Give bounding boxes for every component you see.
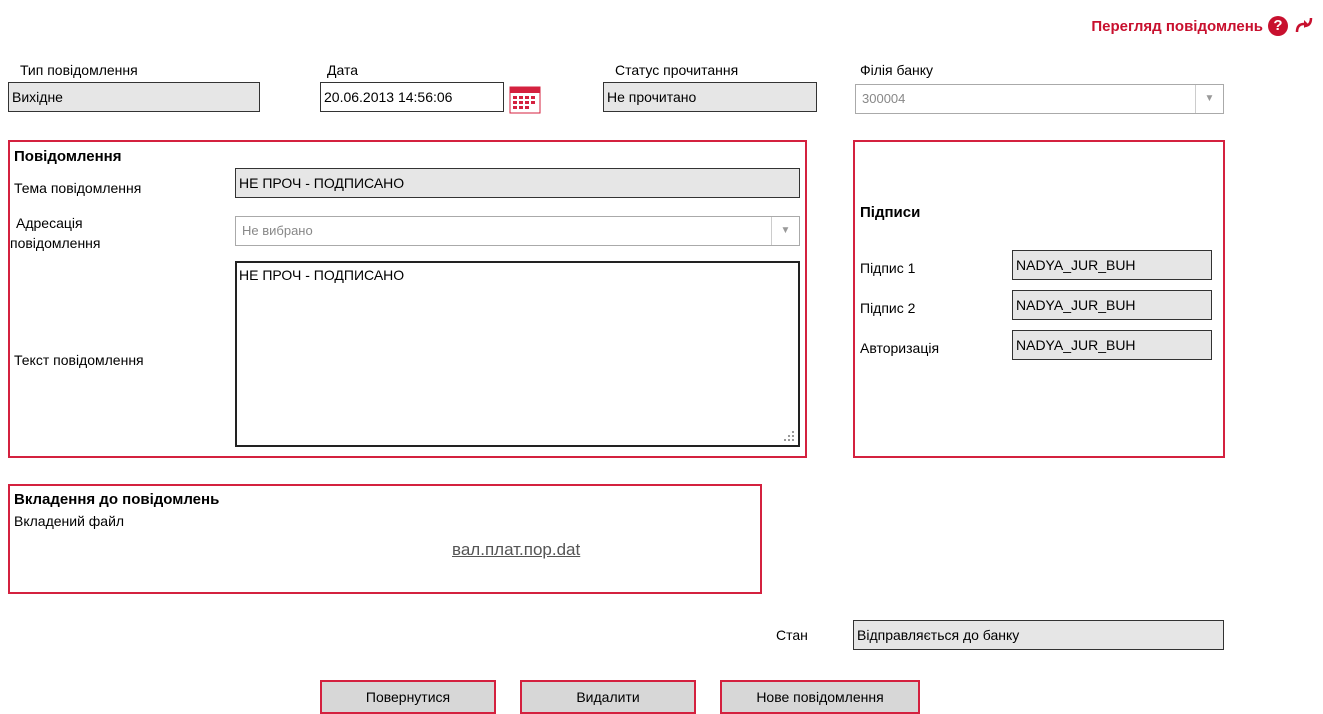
chevron-down-icon[interactable]: ▼ <box>771 217 799 245</box>
resize-grip-icon[interactable] <box>783 430 795 442</box>
signature-2-label: Підпис 2 <box>860 300 916 316</box>
signatures-title: Підписи <box>860 204 921 221</box>
page-title: Перегляд повідомлень <box>1091 18 1263 35</box>
state-label: Стан <box>776 627 808 643</box>
date-label: Дата <box>327 62 359 78</box>
message-type-label: Тип повідомлення <box>20 62 138 78</box>
attached-file-link[interactable]: вал.плат.пор.dat <box>452 540 580 560</box>
subject-label: Тема повідомлення <box>14 180 142 196</box>
calendar-icon[interactable] <box>508 84 542 114</box>
subject-field[interactable]: НЕ ПРОЧ - ПОДПИСАНО <box>235 168 800 198</box>
refresh-icon-graphic <box>1295 17 1313 33</box>
chevron-down-icon[interactable]: ▼ <box>1195 85 1223 113</box>
signature-1-field[interactable]: NADYA_JUR_BUH <box>1012 250 1212 280</box>
state-field[interactable]: Відправляється до банку <box>853 620 1224 650</box>
read-status-field[interactable]: Не прочитано <box>603 82 817 112</box>
signature-1-label: Підпис 1 <box>860 260 916 276</box>
branch-label: Філія банку <box>860 62 934 78</box>
signature-2-field[interactable]: NADYA_JUR_BUH <box>1012 290 1212 320</box>
message-type-field[interactable]: Вихідне <box>8 82 260 112</box>
authorization-label: Авторизація <box>860 340 940 356</box>
help-icon[interactable]: ? <box>1268 16 1288 36</box>
address-select-value: Не вибрано <box>242 223 313 238</box>
attached-file-label: Вкладений файл <box>14 513 125 529</box>
refresh-icon[interactable] <box>1293 14 1315 36</box>
authorization-field[interactable]: NADYA_JUR_BUH <box>1012 330 1212 360</box>
text-label: Текст повідомлення <box>14 352 144 368</box>
message-text: НЕ ПРОЧ - ПОДПИСАНО <box>239 267 405 283</box>
branch-select[interactable]: 300004 ▼ <box>855 84 1224 114</box>
branch-select-value: 300004 <box>862 91 906 106</box>
attachments-title: Вкладення до повідомлень <box>14 491 220 508</box>
date-field[interactable]: 20.06.2013 14:56:06 <box>320 82 504 112</box>
address-label-line1: Адресація <box>16 215 83 231</box>
message-textarea[interactable]: НЕ ПРОЧ - ПОДПИСАНО <box>235 261 800 447</box>
address-label-line2: повідомлення <box>10 235 101 251</box>
read-status-label: Статус прочитання <box>615 62 739 78</box>
message-section-title: Повідомлення <box>14 148 122 165</box>
address-select[interactable]: Не вибрано ▼ <box>235 216 800 246</box>
